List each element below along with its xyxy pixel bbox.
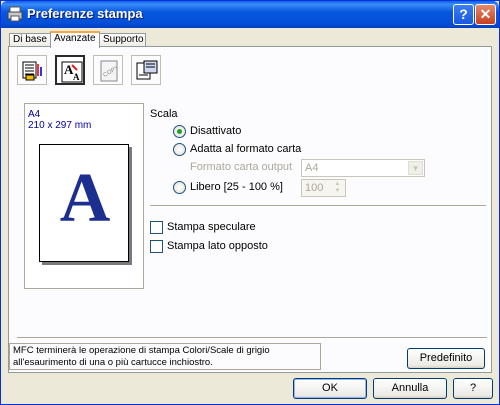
- title-bar: Preferenze stampa ? ✕: [1, 1, 499, 28]
- cancel-button[interactable]: Annulla: [373, 378, 447, 399]
- default-button[interactable]: Predefinito: [407, 348, 485, 369]
- mirror-print-checkbox[interactable]: [150, 221, 163, 234]
- output-format-label: Formato carta output: [190, 161, 293, 173]
- bottom-divider: [17, 337, 487, 339]
- radio-adatta-label[interactable]: Adatta al formato carta: [190, 143, 301, 155]
- paper-size-info: A4 210 x 297 mm: [28, 109, 91, 131]
- paper-name: A4: [28, 109, 41, 120]
- print-preferences-dialog: Preferenze stampa ? ✕ Di base Avanzate S…: [0, 0, 500, 405]
- feature-icon-bar: A A COPY: [17, 53, 173, 89]
- reverse-print-checkbox[interactable]: [150, 240, 163, 253]
- scale-heading: Scala: [150, 108, 178, 120]
- paper-dimensions: 210 x 297 mm: [28, 120, 92, 131]
- svg-text:A: A: [73, 72, 80, 82]
- tab-supporto[interactable]: Supporto: [99, 33, 146, 47]
- page-setup-icon: [136, 60, 158, 80]
- close-button[interactable]: ✕: [475, 4, 496, 25]
- radio-adatta[interactable]: [173, 143, 186, 156]
- tab-avanzate[interactable]: Avanzate: [50, 31, 100, 48]
- reverse-print-label[interactable]: Stampa lato opposto: [167, 240, 268, 252]
- help-title-button[interactable]: ?: [453, 4, 474, 25]
- scale-tool-button[interactable]: A A: [55, 55, 85, 85]
- info-message: MFC terminerà le operazione di stampa Co…: [9, 343, 321, 370]
- ok-button[interactable]: OK: [293, 378, 367, 399]
- tab-panel-avanzate: A A COPY A4 210 x 297 mm A Scala Disatti…: [8, 46, 492, 373]
- scale-icon: A A: [61, 61, 83, 83]
- tab-di-base[interactable]: Di base: [9, 33, 51, 47]
- watermark-tool-button[interactable]: COPY: [93, 55, 123, 85]
- free-scale-spinner[interactable]: 100 ▲ ▼: [301, 179, 346, 197]
- output-format-value: A4: [305, 162, 319, 174]
- printer-icon: [7, 6, 23, 22]
- print-quality-icon: [22, 61, 42, 81]
- paper-preview: A4 210 x 297 mm A: [24, 103, 144, 289]
- page-setup-tool-button[interactable]: [131, 55, 161, 85]
- radio-disattivato[interactable]: [173, 125, 186, 138]
- output-format-select[interactable]: A4 ▼: [301, 159, 425, 177]
- quality-tool-button[interactable]: [17, 55, 47, 85]
- free-scale-value: 100: [305, 182, 324, 194]
- mirror-print-label[interactable]: Stampa speculare: [167, 221, 256, 233]
- preview-letter: A: [59, 160, 111, 237]
- radio-disattivato-label[interactable]: Disattivato: [190, 125, 241, 137]
- divider: [150, 205, 486, 207]
- window-title: Preferenze stampa: [27, 6, 143, 21]
- spinner-arrows-icon[interactable]: ▲ ▼: [331, 181, 344, 195]
- watermark-icon: COPY: [100, 60, 120, 82]
- chevron-down-icon: ▼: [408, 161, 423, 175]
- radio-libero-label[interactable]: Libero [25 - 100 %]: [190, 181, 283, 193]
- radio-libero[interactable]: [173, 181, 186, 194]
- paper-sheet: A: [39, 144, 129, 262]
- help-button[interactable]: ?: [453, 378, 493, 399]
